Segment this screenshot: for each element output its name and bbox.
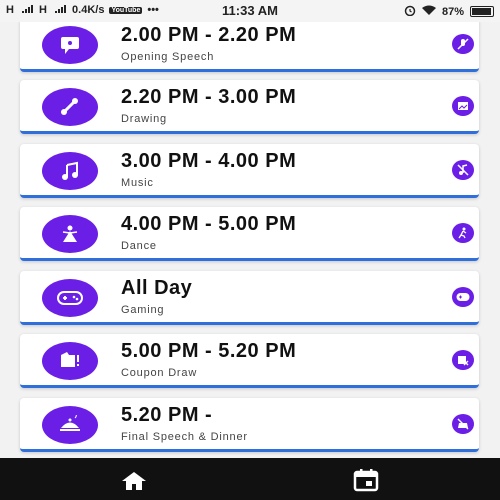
gamepad-icon <box>42 279 98 317</box>
schedule-card[interactable]: 5.00 PM - 5.20 PM Coupon Draw <box>20 334 479 388</box>
dinner-icon <box>42 406 98 444</box>
dinner-icon[interactable] <box>452 414 474 434</box>
card-label: Coupon Draw <box>121 367 198 379</box>
image-icon[interactable] <box>452 96 474 116</box>
status-bar: H H 0.4K/s YouTube ••• 11:33 AM 87% <box>0 0 500 22</box>
battery-percent: 87% <box>441 5 464 18</box>
schedule-card[interactable]: 3.00 PM - 4.00 PM Music <box>20 144 479 198</box>
coupon-icon[interactable] <box>452 350 474 370</box>
card-time: 4.00 PM - 5.00 PM <box>121 213 297 235</box>
card-time: All Day <box>121 277 193 299</box>
battery-icon <box>470 6 494 17</box>
card-label: Music <box>121 177 154 189</box>
dancer-icon <box>42 215 98 253</box>
calendar-icon[interactable] <box>352 468 380 492</box>
card-time: 3.00 PM - 4.00 PM <box>121 150 297 172</box>
bottom-nav <box>0 458 500 500</box>
card-label: Final Speech & Dinner <box>121 431 248 443</box>
status-right: 87% <box>398 4 494 19</box>
home-icon[interactable] <box>120 470 148 492</box>
music-note-icon <box>42 152 98 190</box>
alarm-icon <box>404 4 416 19</box>
gamepad-icon[interactable] <box>452 287 474 307</box>
schedule-card[interactable]: 4.00 PM - 5.00 PM Dance <box>20 207 479 261</box>
schedule-card[interactable]: 2.20 PM - 3.00 PM Drawing <box>20 80 479 134</box>
music-off-icon[interactable] <box>452 160 474 180</box>
schedule-card[interactable]: 5.20 PM - Final Speech & Dinner <box>20 398 479 452</box>
mic-off-icon[interactable] <box>452 34 474 54</box>
brush-icon <box>42 88 98 126</box>
card-time: 2.00 PM - 2.20 PM <box>121 24 297 46</box>
card-time: 5.00 PM - 5.20 PM <box>121 340 297 362</box>
card-label: Dance <box>121 240 157 252</box>
running-person-icon[interactable] <box>452 223 474 243</box>
card-time: 5.20 PM - <box>121 404 213 426</box>
coupon-icon <box>42 342 98 380</box>
wifi-icon <box>421 5 436 19</box>
card-label: Opening Speech <box>121 51 215 63</box>
card-time: 2.20 PM - 3.00 PM <box>121 86 297 108</box>
schedule-card[interactable]: 2.00 PM - 2.20 PM Opening Speech <box>20 18 479 72</box>
card-label: Drawing <box>121 113 167 125</box>
speech-icon <box>42 26 98 64</box>
card-label: Gaming <box>121 304 165 316</box>
schedule-card[interactable]: All Day Gaming <box>20 271 479 325</box>
